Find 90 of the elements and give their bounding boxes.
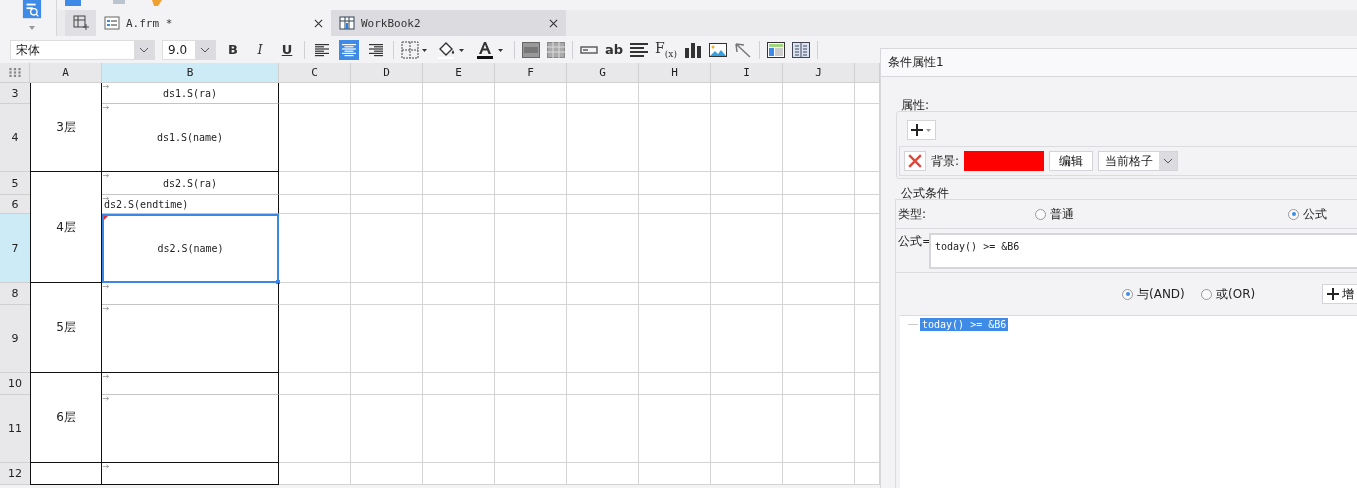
row-header[interactable]: 9 [0,305,30,373]
formula-field[interactable]: today() >= &B6 [929,233,1357,269]
cell-text: ds1.S(ra) [162,87,218,99]
panel-title: 条件属性1 [881,48,1357,77]
row-header[interactable]: 12 [0,463,30,485]
close-icon[interactable] [314,18,323,28]
cell-text: ds2.S(endtime) [104,198,189,210]
formula-tool[interactable]: F$_{(x)}$ [655,40,677,59]
underline-button[interactable]: U [277,39,297,60]
align-center-button[interactable] [339,39,359,60]
column-header[interactable]: G [567,63,639,83]
edit-button[interactable]: 编辑 [1049,151,1094,171]
table-grid-icon[interactable] [547,41,565,58]
cell-text: 6层 [56,409,76,426]
font-size-select[interactable]: 9.0 [162,39,216,60]
field-label: 类型: [898,205,928,223]
file-tab[interactable]: A.frm * [96,10,331,36]
row-header[interactable]: 5 [0,172,30,195]
column-header[interactable]: J [783,63,855,83]
add-condition-button[interactable]: 增 [1322,284,1357,304]
table-cell[interactable] [30,463,102,485]
table-cell[interactable] [102,283,279,305]
column-header[interactable] [855,63,880,83]
table-cell[interactable]: 6层 [30,373,102,463]
workbook-icon [339,15,355,31]
table-cell[interactable] [102,373,279,395]
chevron-down-icon [1163,158,1174,164]
caret-icon[interactable] [29,26,35,30]
radio-option[interactable]: 或(OR) [1201,285,1322,303]
color-swatch[interactable] [964,151,1045,171]
cell-text: 3层 [56,118,76,136]
column-header[interactable]: D [351,63,423,83]
bar-chart-icon[interactable] [683,41,702,58]
row-header[interactable]: 11 [0,395,30,463]
row-header[interactable]: 10 [0,373,30,395]
report-search-icon[interactable] [22,0,42,20]
table-cell[interactable] [102,463,279,485]
row-header[interactable]: 8 [0,283,30,305]
chevron-down-icon [139,46,149,53]
chevron-down-icon [200,46,210,53]
table-cell[interactable]: 3层 [30,83,102,172]
close-icon[interactable] [549,18,558,28]
cell-text: 5层 [56,319,76,336]
column-header[interactable]: C [279,63,351,83]
attribute-label: 背景: [931,152,960,170]
font-select[interactable]: 宋体 [10,39,155,60]
paragraph-icon[interactable] [630,41,649,58]
fill-handle[interactable] [276,280,280,284]
radio-option[interactable]: 与(AND) [1122,285,1201,303]
column-header[interactable]: H [639,63,711,83]
table-cell[interactable]: 5层 [30,283,102,373]
add-button[interactable] [907,120,936,140]
column-header[interactable]: F [495,63,567,83]
pointer-icon[interactable] [733,41,752,58]
plus-icon [1327,288,1339,300]
select-all-icon[interactable] [8,68,21,77]
table-cell[interactable]: 4层 [30,172,102,283]
merge-cells-icon[interactable] [522,41,540,58]
list-layout-icon[interactable] [791,41,810,58]
table-cell[interactable]: ds2.S(endtime) [102,195,279,214]
table-cell[interactable]: ds1.S(ra) [102,83,279,104]
cell-text: ds1.S(name) [156,132,224,143]
cell-text: ds2.S(ra) [162,177,218,189]
italic-button[interactable]: I [250,39,270,60]
section-label: 公式条件 [901,185,950,199]
table-cell[interactable]: ds2.S(name) [102,214,279,283]
grid-plus-icon [72,15,89,31]
row-header[interactable]: 3 [0,83,30,104]
text-tool[interactable]: ab [605,42,624,57]
radio-option[interactable]: 普通 [1035,205,1288,223]
column-header[interactable]: A [30,63,102,83]
form-icon [104,15,120,31]
radio-option[interactable]: 公式 [1288,205,1357,223]
bold-button[interactable]: B [223,39,243,60]
cell-text: 4层 [56,218,76,236]
row-header[interactable]: 6 [0,195,30,214]
row-header[interactable]: 7 [0,214,30,283]
borders-icon[interactable] [401,40,429,59]
file-tab[interactable]: WorkBook2 [331,10,566,36]
layout-icon[interactable] [766,41,785,58]
column-header[interactable]: B [102,63,279,83]
column-header[interactable]: I [711,63,783,83]
cell-text: ds2.S(name) [157,243,224,254]
add-sheet-button[interactable] [65,10,96,36]
column-header[interactable]: E [423,63,495,83]
image-icon[interactable] [708,41,727,58]
row-header[interactable]: 4 [0,104,30,172]
scope-select[interactable]: 当前格子 [1098,151,1179,171]
delete-button[interactable] [904,151,926,171]
section-label: 属性: [901,97,931,111]
